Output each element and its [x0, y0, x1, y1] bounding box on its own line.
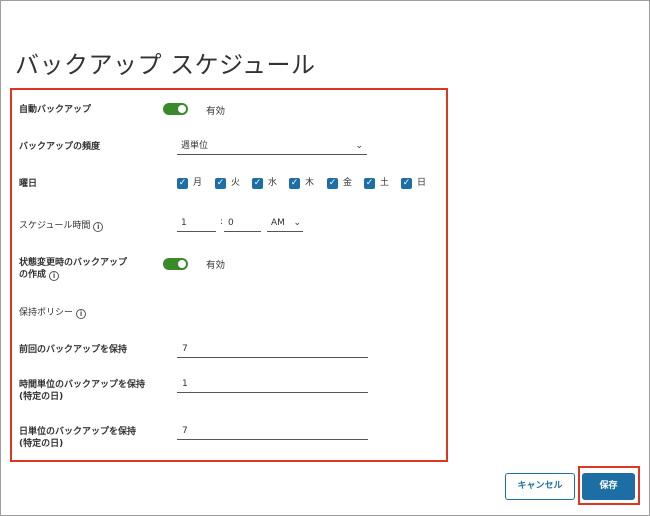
state-change-label-line1: 状態変更時のバックアップ: [19, 258, 128, 268]
keep-daily-label-line2: (特定の日): [19, 439, 64, 449]
day-label: 木: [305, 178, 315, 188]
check-icon: ✓: [252, 178, 263, 189]
schedule-time-label-row: スケジュール時間 i: [19, 220, 104, 232]
weekday-label: 曜日: [19, 179, 38, 189]
check-icon: ✓: [177, 178, 188, 189]
keep-hourly-input[interactable]: 1: [177, 376, 368, 393]
day-label: 水: [268, 178, 278, 188]
state-change-state: 有効: [206, 260, 226, 271]
minute-input[interactable]: 0: [224, 215, 261, 232]
retention-policy-label: 保持ポリシー: [19, 308, 74, 318]
keep-previous-label: 前回のバックアップを保持: [19, 345, 128, 355]
check-icon: ✓: [289, 178, 300, 189]
frequency-select[interactable]: 週単位 ⌄: [177, 139, 367, 155]
state-change-label: 状態変更時のバックアップ の作成 i: [19, 257, 127, 281]
keep-daily-input[interactable]: 7: [177, 423, 368, 440]
dialog-title: バックアップ スケジュール: [15, 51, 316, 79]
check-icon: ✓: [364, 178, 375, 189]
ampm-value: AM: [271, 218, 285, 228]
chevron-down-icon: ⌄: [355, 141, 363, 151]
retention-policy-row: 保持ポリシー i: [19, 307, 87, 319]
check-icon: ✓: [327, 178, 338, 189]
schedule-time-label: スケジュール時間: [19, 221, 91, 231]
ampm-select[interactable]: AM ⌄: [267, 215, 303, 232]
keep-daily-label: 日単位のバックアップを保持 (特定の日): [19, 426, 136, 450]
keep-hourly-label-line2: (特定の日): [19, 392, 64, 402]
check-icon: ✓: [401, 178, 412, 189]
save-button[interactable]: 保存: [582, 473, 635, 500]
info-icon[interactable]: i: [93, 222, 104, 232]
keep-hourly-label-line1: 時間単位のバックアップを保持: [19, 380, 146, 390]
auto-backup-toggle[interactable]: [163, 103, 188, 115]
keep-daily-label-line1: 日単位のバックアップを保持: [19, 427, 137, 437]
day-label: 月: [193, 178, 203, 188]
dialog: バックアップ スケジュール 自動バックアップ 有効 バックアップの頻度 週単位 …: [0, 0, 650, 516]
auto-backup-label: 自動バックアップ: [19, 105, 92, 115]
frequency-value: 週単位: [181, 141, 209, 151]
frequency-label: バックアップの頻度: [19, 142, 101, 152]
info-icon[interactable]: i: [76, 309, 87, 319]
day-label: 金: [343, 178, 353, 188]
hour-input[interactable]: 1: [177, 215, 216, 232]
auto-backup-state: 有効: [206, 106, 226, 117]
toggle-knob: [178, 260, 186, 268]
check-icon: ✓: [215, 178, 226, 189]
state-change-toggle[interactable]: [163, 258, 188, 270]
day-label: 火: [231, 178, 241, 188]
info-icon[interactable]: i: [49, 271, 60, 281]
keep-hourly-label: 時間単位のバックアップを保持 (特定の日): [19, 379, 145, 403]
state-change-label-line2: の作成: [19, 270, 47, 280]
chevron-down-icon: ⌄: [293, 218, 301, 228]
keep-previous-input[interactable]: 7: [177, 341, 368, 358]
day-label: 日: [417, 178, 427, 188]
time-separator: :: [220, 217, 224, 227]
day-label: 土: [380, 178, 390, 188]
cancel-button[interactable]: キャンセル: [505, 473, 575, 500]
toggle-knob: [178, 105, 186, 113]
state-change-label-line2-row: の作成 i: [19, 269, 127, 281]
